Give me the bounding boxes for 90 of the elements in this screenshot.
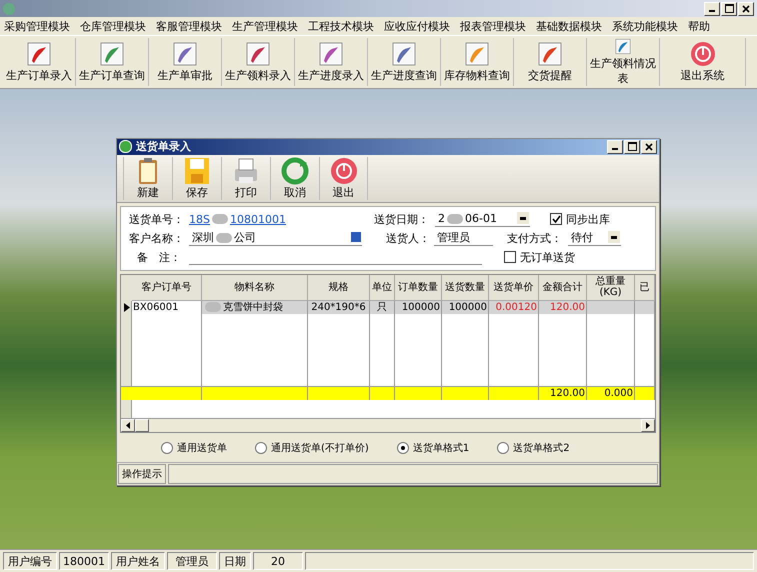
date-dropdown[interactable]: 2 06-01 [435,211,530,228]
document-icon [391,41,417,67]
menu-item[interactable]: 仓库管理模块 [80,18,146,34]
toolbar-button[interactable]: 生产单审批 [149,38,222,86]
menu-item[interactable]: 生产管理模块 [232,18,298,34]
status-label: 日期 [219,552,251,570]
horizontal-scrollbar[interactable] [121,418,655,432]
document-icon [464,41,490,67]
table-cell: 克雪饼中封袋 [202,300,308,314]
radio-label: 通用送货单(不打单价) [271,442,369,455]
lookup-icon[interactable] [351,232,361,242]
field-label: 送货单号： [129,212,185,227]
toolbar-button[interactable]: 退出 [319,156,368,200]
app-icon [3,2,15,14]
table-cell: 只 [370,300,395,314]
toolbar-button[interactable]: 生产领料录入 [222,38,295,86]
table-cell: 0.00120 [489,300,539,314]
table-cell: 240*190*6 [308,300,370,314]
toolbar-button[interactable]: 退出系统 [660,38,746,86]
document-icon [318,41,344,67]
menu-item[interactable]: 采购管理模块 [4,18,70,34]
menu-item[interactable]: 帮助 [688,18,710,34]
document-icon [245,41,271,67]
order-number-link[interactable]: 18S 10801001 [189,212,329,226]
field-label: 备 注： [136,250,182,265]
radio-button[interactable] [255,442,267,454]
table-cell: 100000 [442,300,489,314]
minimize-button[interactable] [607,140,623,154]
checkbox-label: 无订单送货 [520,250,575,265]
refresh-icon [280,156,310,185]
minimize-button[interactable] [704,2,720,16]
status-label: 用户姓名 [111,552,165,570]
menu-item[interactable]: 基础数据模块 [536,18,602,34]
status-value: 180001 [59,552,109,570]
radio-button[interactable] [161,442,173,454]
table-cell: 120.00 [539,300,587,314]
document-icon [26,41,52,67]
field-label: 支付方式： [507,230,562,246]
menu-item[interactable]: 系统功能模块 [612,18,678,34]
status-label: 用户编号 [3,552,57,570]
menu-item[interactable]: 工程技术模块 [308,18,374,34]
right-arrow-icon [646,422,650,429]
field-label: 送货人： [386,230,430,246]
toolbar-button[interactable]: 生产进度查询 [368,38,441,86]
left-arrow-icon [126,422,130,429]
field-label: 客户名称： [129,230,185,246]
toolbar-button[interactable]: 生产订单查询 [76,38,149,86]
toolbar-button[interactable]: 新建 [123,156,172,200]
close-button[interactable] [641,140,657,154]
radio-label: 通用送货单 [177,442,227,455]
status-value: 20 [253,552,303,570]
maximize-button[interactable] [624,140,640,154]
payment-dropdown[interactable]: 待付 [568,230,621,246]
toolbar-button[interactable]: 生产领料情况表 [587,38,660,86]
toolbar-button[interactable]: 库存物料查询 [441,38,514,86]
column-header[interactable]: 客户订单号 [132,274,202,301]
checkbox[interactable] [504,251,516,264]
document-icon [537,41,563,67]
toolbar-button[interactable]: 取消 [270,156,319,200]
toolbar-button[interactable]: 生产进度录入 [295,38,368,86]
table-cell: 100000 [395,300,442,314]
status-value: 管理员 [167,552,217,570]
radio-button[interactable] [497,442,510,454]
total-weight: 0.000 [604,388,633,399]
close-icon [645,142,653,151]
total-amount: 120.00 [550,388,585,399]
document-icon [172,41,198,67]
toolbar-button[interactable]: 保存 [172,156,221,200]
toolbar-button[interactable]: 交货提醒 [514,38,587,86]
close-icon [742,4,750,12]
close-button[interactable] [738,2,754,16]
radio-label: 送货单格式2 [513,442,570,455]
customer-field[interactable]: 深圳 公司 [189,230,362,246]
toolbar-button[interactable]: 打印 [221,156,270,200]
document-icon [99,41,125,67]
checkbox-label: 同步出库 [566,212,610,227]
window-title: 送货单录入 [136,139,191,154]
radio-label: 送货单格式1 [412,442,470,455]
field-label: 送货日期： [374,212,429,227]
power-icon [690,41,716,67]
radio-button[interactable] [396,442,409,454]
deliverer-field[interactable]: 管理员 [434,230,493,246]
menu-item[interactable]: 客服管理模块 [156,18,222,34]
hint-label: 操作提示 [118,464,166,484]
maximize-button[interactable] [721,2,737,16]
menu-item[interactable]: 应收应付模块 [384,18,450,34]
power-icon [328,156,358,185]
menu-item[interactable]: 报表管理模块 [460,18,526,34]
toolbar-button[interactable]: 生产订单录入 [3,38,76,86]
checkbox[interactable] [550,213,562,226]
